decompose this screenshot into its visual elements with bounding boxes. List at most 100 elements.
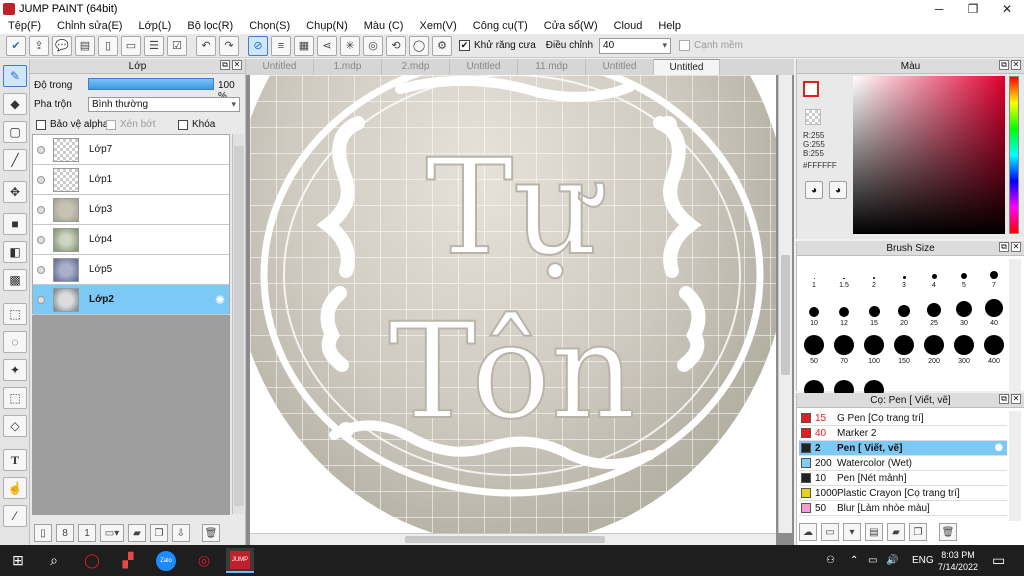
protect-alpha-option[interactable]: Bảo vệ alpha bbox=[36, 119, 108, 130]
doc-tab[interactable]: 1.mdp bbox=[314, 59, 382, 75]
delete-brush-icon[interactable]: 🗑 bbox=[939, 523, 957, 541]
tray-up-icon[interactable]: ⌃ bbox=[850, 545, 858, 576]
gradient-tool-icon[interactable]: ▩ bbox=[3, 269, 27, 291]
add-brush-icon[interactable]: ▾ bbox=[843, 523, 861, 541]
bucket-tool-icon[interactable]: ◧ bbox=[3, 241, 27, 263]
menu-window[interactable]: Cửa sổ(W) bbox=[536, 20, 606, 32]
people-icon[interactable]: ⚇ bbox=[826, 545, 835, 576]
protect-alpha-checkbox[interactable] bbox=[36, 119, 46, 130]
layer-item[interactable]: Lớp4 bbox=[33, 225, 229, 255]
opera-gx-icon[interactable]: ◎ bbox=[190, 548, 218, 573]
lock-option[interactable]: Khóa bbox=[178, 119, 215, 130]
fan-lines-icon[interactable]: ⋖ bbox=[317, 35, 337, 56]
brush-size-cell[interactable]: 70 bbox=[829, 335, 859, 365]
doc-tab[interactable]: Untitled bbox=[450, 59, 518, 75]
doc-tab[interactable]: Untitled bbox=[586, 59, 654, 75]
grid-snap-icon[interactable]: ▦ bbox=[294, 35, 314, 56]
merge-layer-icon[interactable]: ⇩ bbox=[172, 524, 190, 542]
panel-close-icon[interactable]: ✕ bbox=[1011, 394, 1021, 404]
zalo-icon[interactable]: Zalo bbox=[152, 548, 180, 573]
search-icon[interactable]: ⌕ bbox=[40, 548, 68, 573]
brush-size-cell[interactable]: 3 bbox=[889, 259, 919, 289]
check-icon[interactable]: ✔ bbox=[6, 35, 26, 56]
clip-option[interactable]: Xén bớt bbox=[106, 119, 155, 130]
magic-wand-tool-icon[interactable]: ✦ bbox=[3, 359, 27, 381]
lock-checkbox[interactable] bbox=[178, 119, 188, 130]
duplicate-brush-icon[interactable]: ❐ bbox=[909, 523, 927, 541]
brush-size-cell[interactable]: 12 bbox=[829, 297, 859, 327]
pen-item[interactable]: 15 G Pen [Cọ trang trí] bbox=[799, 411, 1007, 426]
palette-icon[interactable]: ◕ bbox=[805, 181, 823, 199]
brush-size-cell[interactable]: 5 bbox=[949, 259, 979, 289]
menu-filter[interactable]: Bộ lọc(R) bbox=[179, 20, 241, 32]
pen-item[interactable]: 40 Marker 2 bbox=[799, 426, 1007, 441]
blend-mode-select[interactable]: Bình thường bbox=[88, 97, 240, 112]
menu-file[interactable]: Tệp(F) bbox=[0, 20, 49, 32]
brush-menu-icon[interactable]: ▭ bbox=[821, 523, 839, 541]
antialias-checkbox[interactable]: ✔ bbox=[459, 40, 470, 51]
menu-view[interactable]: Xem(V) bbox=[411, 20, 464, 32]
brush-size-cell[interactable]: 2 bbox=[859, 259, 889, 289]
select-rect-tool-icon[interactable]: ⬚ bbox=[3, 303, 27, 325]
drawing-canvas[interactable]: Tự Tôn bbox=[250, 75, 776, 533]
layer-item[interactable]: Lớp5 bbox=[33, 255, 229, 285]
delete-layer-icon[interactable]: 🗑 bbox=[202, 524, 220, 542]
pen-item[interactable]: 50 Blur [Làm nhòe màu] bbox=[799, 501, 1007, 516]
brush-size-cell[interactable]: 200 bbox=[919, 335, 949, 365]
text-tool-icon[interactable]: T bbox=[3, 449, 27, 471]
add-layer-menu-icon[interactable]: ▭▾ bbox=[100, 524, 124, 542]
menu-capture[interactable]: Chụp(N) bbox=[298, 20, 356, 32]
brush-size-cell[interactable]: 40 bbox=[979, 297, 1009, 327]
brush-size-cell[interactable]: 30 bbox=[949, 297, 979, 327]
brush-size-cell[interactable]: 300 bbox=[949, 335, 979, 365]
checklist-icon[interactable]: ☑ bbox=[167, 35, 187, 56]
visibility-icon[interactable] bbox=[37, 265, 45, 274]
visibility-icon[interactable] bbox=[37, 205, 45, 214]
export-icon[interactable]: ⇪ bbox=[29, 35, 49, 56]
canvas-vertical-scrollbar[interactable] bbox=[778, 75, 792, 533]
opacity-slider[interactable] bbox=[88, 78, 214, 90]
circle-snap-icon[interactable]: ◯ bbox=[409, 35, 429, 56]
panel-close-icon[interactable]: ✕ bbox=[1011, 242, 1021, 252]
note-icon[interactable]: ▤ bbox=[75, 35, 95, 56]
move-tool-icon[interactable]: ✥ bbox=[3, 181, 27, 203]
brush-size-cell[interactable]: 400 bbox=[979, 335, 1009, 365]
volume-icon[interactable]: 🔊 bbox=[886, 545, 898, 576]
undock-icon[interactable]: ⧉ bbox=[220, 60, 230, 70]
gear-icon[interactable]: ✺ bbox=[215, 293, 225, 307]
primary-color-swatch[interactable] bbox=[803, 81, 819, 97]
settings-icon[interactable]: ⚙ bbox=[432, 35, 452, 56]
brush-settings-icon[interactable]: ▤ bbox=[865, 523, 883, 541]
gear-icon[interactable]: ✺ bbox=[995, 443, 1003, 454]
brush-size-cell[interactable]: 4 bbox=[919, 259, 949, 289]
visibility-icon[interactable] bbox=[37, 145, 45, 154]
layer-item[interactable]: Lớp3 bbox=[33, 195, 229, 225]
pen-scrollbar[interactable] bbox=[1009, 411, 1021, 521]
doc-tab[interactable]: Untitled bbox=[246, 59, 314, 75]
brush-scrollbar[interactable] bbox=[1009, 259, 1021, 391]
visibility-icon[interactable] bbox=[37, 175, 45, 184]
new-layer-icon[interactable]: ▯ bbox=[34, 524, 52, 542]
undock-icon[interactable]: ⧉ bbox=[999, 394, 1009, 404]
select-pen-tool-icon[interactable]: ⬚ bbox=[3, 387, 27, 409]
notification-icon[interactable]: ▭ bbox=[992, 545, 1005, 576]
transparent-color-swatch[interactable] bbox=[805, 109, 821, 125]
pen-item[interactable]: 10 Pen [Nét mảnh] bbox=[799, 471, 1007, 486]
brush-size-cell[interactable]: 20 bbox=[889, 297, 919, 327]
layer-item-selected[interactable]: Lớp2 ✺ bbox=[33, 285, 229, 315]
layer-item[interactable]: Lớp1 bbox=[33, 165, 229, 195]
brush-size-cell[interactable]: 25 bbox=[919, 297, 949, 327]
radial-lines-icon[interactable]: ✳ bbox=[340, 35, 360, 56]
pen-item[interactable]: 1000 Plastic Crayon [Cọ trang trí] bbox=[799, 486, 1007, 501]
windows-start-icon[interactable]: ⊞ bbox=[4, 548, 32, 573]
new-layer-1bit-icon[interactable]: 1 bbox=[78, 524, 96, 542]
minimize-button[interactable]: ─ bbox=[922, 0, 956, 18]
document-icon[interactable]: ▭ bbox=[121, 35, 141, 56]
maximize-button[interactable]: ❐ bbox=[956, 0, 990, 18]
visibility-icon[interactable] bbox=[37, 295, 45, 304]
network-icon[interactable]: ▭ bbox=[868, 545, 877, 576]
parallel-lines-icon[interactable]: ≡ bbox=[271, 35, 291, 56]
brush-size-cell[interactable]: 15 bbox=[859, 297, 889, 327]
duplicate-layer-icon[interactable]: ❐ bbox=[150, 524, 168, 542]
undock-icon[interactable]: ⧉ bbox=[999, 60, 1009, 70]
